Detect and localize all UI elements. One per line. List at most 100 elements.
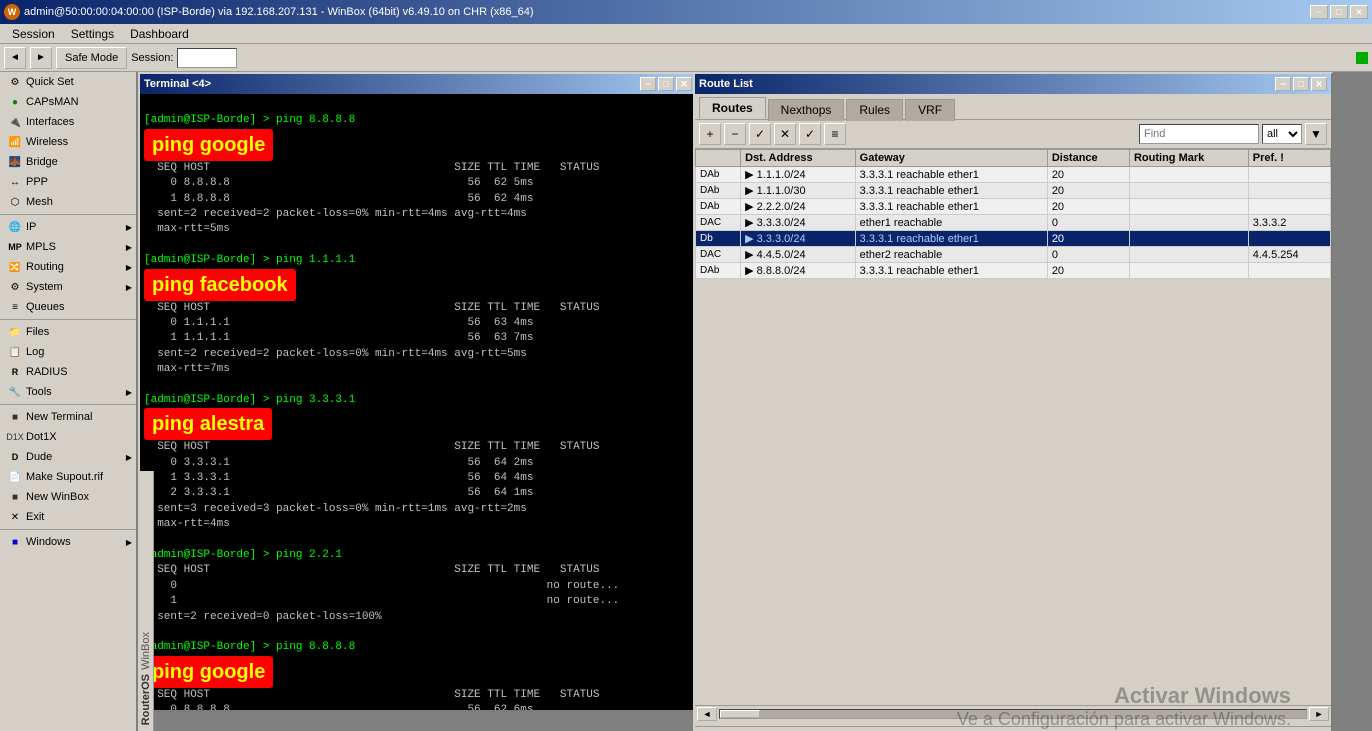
row-pref [1248,199,1330,215]
menu-session[interactable]: Session [4,25,63,43]
col-gateway[interactable]: Gateway [855,150,1047,167]
divider-4 [0,529,136,530]
toolbar: ◄ ► Safe Mode Session: [0,44,1372,72]
col-dst[interactable]: Dst. Address [741,150,856,167]
table-row[interactable]: DAb ▶ 1.1.1.0/24 3.3.3.1 reachable ether… [696,167,1331,183]
ppp-icon: ↔ [8,175,22,189]
scroll-left-button[interactable]: ◄ [697,707,717,721]
col-pref[interactable]: Pref. ! [1248,150,1330,167]
routing-expand-icon: ▶ [126,263,132,272]
sidebar-item-make-supout[interactable]: 📄 Make Supout.rif [0,467,136,487]
row-dst: ▶ 3.3.3.0/24 [741,215,856,231]
route-filter-select[interactable]: all [1262,124,1302,144]
route-minimize[interactable]: − [1275,77,1291,91]
close-button[interactable]: ✕ [1350,5,1368,19]
row-routing-mark [1129,247,1248,263]
row-gateway: 3.3.3.1 reachable ether1 [855,231,1047,247]
sidebar-item-dude[interactable]: D Dude ▶ [0,447,136,467]
sidebar-item-dot1x[interactable]: D1X Dot1X [0,427,136,447]
terminal-minimize[interactable]: − [640,77,656,91]
forward-button[interactable]: ► [30,47,52,69]
mpls-expand-icon: ▶ [126,243,132,252]
route-filter-button[interactable]: ≡ [824,123,846,145]
terminal-window: Terminal <4> − □ ✕ [admin@ISP-Borde] > p… [138,72,698,712]
back-button[interactable]: ◄ [4,47,26,69]
sidebar-item-routing[interactable]: 🔀 Routing ▶ [0,257,136,277]
tab-vrf[interactable]: VRF [905,99,955,121]
terminal-content[interactable]: [admin@ISP-Borde] > ping 8.8.8.8 ping go… [140,94,696,710]
row-flags: DAb [696,263,741,279]
tab-rules[interactable]: Rules [846,99,903,121]
sidebar-item-bridge[interactable]: 🌉 Bridge [0,152,136,172]
route-add-button[interactable]: + [699,123,721,145]
sidebar-item-exit[interactable]: ✕ Exit [0,507,136,527]
row-gateway: 3.3.3.1 reachable ether1 [855,199,1047,215]
route-search-button[interactable]: ▼ [1305,123,1327,145]
window-title: admin@50:00:00:04:00:00 (ISP-Borde) via … [24,6,534,18]
dude-expand-icon: ▶ [126,453,132,462]
table-row[interactable]: Db ▶ 3.3.3.0/24 3.3.3.1 reachable ether1… [696,231,1331,247]
sidebar-item-new-winbox[interactable]: ■ New WinBox [0,487,136,507]
sidebar-item-mpls[interactable]: MP MPLS ▶ [0,237,136,257]
sidebar-item-new-terminal[interactable]: ■ New Terminal [0,407,136,427]
table-row[interactable]: DAC ▶ 4.4.5.0/24 ether2 reachable 0 4.4.… [696,247,1331,263]
divider-1 [0,214,136,215]
sidebar-item-files[interactable]: 📁 Files [0,322,136,342]
route-copy-button[interactable]: ✓ [799,123,821,145]
menu-settings[interactable]: Settings [63,25,122,43]
terminal-window-controls: − □ ✕ [640,77,692,91]
ip-icon: 🌐 [8,220,22,234]
route-remove-button[interactable]: − [724,123,746,145]
row-routing-mark [1129,263,1248,279]
minimize-button[interactable]: − [1310,5,1328,19]
menu-dashboard[interactable]: Dashboard [122,25,197,43]
sidebar-item-log[interactable]: 📋 Log [0,342,136,362]
sidebar-item-mesh[interactable]: ⬡ Mesh [0,192,136,212]
scrollbar-thumb[interactable] [720,710,760,718]
session-input[interactable] [177,48,237,68]
table-row[interactable]: DAC ▶ 3.3.3.0/24 ether1 reachable 0 3.3.… [696,215,1331,231]
sidebar-item-radius[interactable]: R RADIUS [0,362,136,382]
sidebar-item-ip[interactable]: 🌐 IP ▶ [0,217,136,237]
route-close[interactable]: ✕ [1311,77,1327,91]
files-icon: 📁 [8,325,22,339]
tab-nexthops[interactable]: Nexthops [768,99,845,121]
col-distance[interactable]: Distance [1047,150,1129,167]
table-row[interactable]: DAb ▶ 8.8.8.0/24 3.3.3.1 reachable ether… [696,263,1331,279]
sidebar-item-wireless[interactable]: 📶 Wireless [0,132,136,152]
route-enable-button[interactable]: ✓ [749,123,771,145]
row-dst: ▶ 3.3.3.0/24 [741,231,856,247]
row-routing-mark [1129,167,1248,183]
safe-mode-button[interactable]: Safe Mode [56,47,127,69]
table-row[interactable]: DAb ▶ 1.1.1.0/30 3.3.3.1 reachable ether… [696,183,1331,199]
sidebar-item-windows[interactable]: ■ Windows ▶ [0,532,136,552]
terminal-close[interactable]: ✕ [676,77,692,91]
route-disable-button[interactable]: ✕ [774,123,796,145]
routing-icon: 🔀 [8,260,22,274]
sidebar-item-ppp[interactable]: ↔ PPP [0,172,136,192]
row-gateway: ether1 reachable [855,215,1047,231]
tools-expand-icon: ▶ [126,388,132,397]
main-sidebar: ⚙ Quick Set ● CAPsMAN 🔌 Interfaces 📶 Wir… [0,72,138,731]
route-titlebar: Route List − □ ✕ [695,74,1331,94]
route-window: Route List − □ ✕ Routes Nexthops Rules V… [693,72,1333,731]
sidebar-item-capsman[interactable]: ● CAPsMAN [0,92,136,112]
route-maximize[interactable]: □ [1293,77,1309,91]
route-tabs: Routes Nexthops Rules VRF [695,94,1331,120]
maximize-button[interactable]: □ [1330,5,1348,19]
sidebar-item-tools[interactable]: 🔧 Tools ▶ [0,382,136,402]
title-bar-controls: − □ ✕ [1310,5,1368,19]
row-dst: ▶ 1.1.1.0/30 [741,183,856,199]
scroll-right-button[interactable]: ► [1309,707,1329,721]
tab-routes[interactable]: Routes [699,97,766,119]
sidebar-item-queues[interactable]: ≡ Queues [0,297,136,317]
table-row[interactable]: DAb ▶ 2.2.2.0/24 3.3.3.1 reachable ether… [696,199,1331,215]
terminal-maximize[interactable]: □ [658,77,674,91]
route-search-input[interactable] [1139,124,1259,144]
sidebar-item-system[interactable]: ⚙ System ▶ [0,277,136,297]
row-dst: ▶ 8.8.8.0/24 [741,263,856,279]
system-expand-icon: ▶ [126,283,132,292]
sidebar-item-interfaces[interactable]: 🔌 Interfaces [0,112,136,132]
sidebar-item-quick-set[interactable]: ⚙ Quick Set [0,72,136,92]
col-routing-mark[interactable]: Routing Mark [1129,150,1248,167]
